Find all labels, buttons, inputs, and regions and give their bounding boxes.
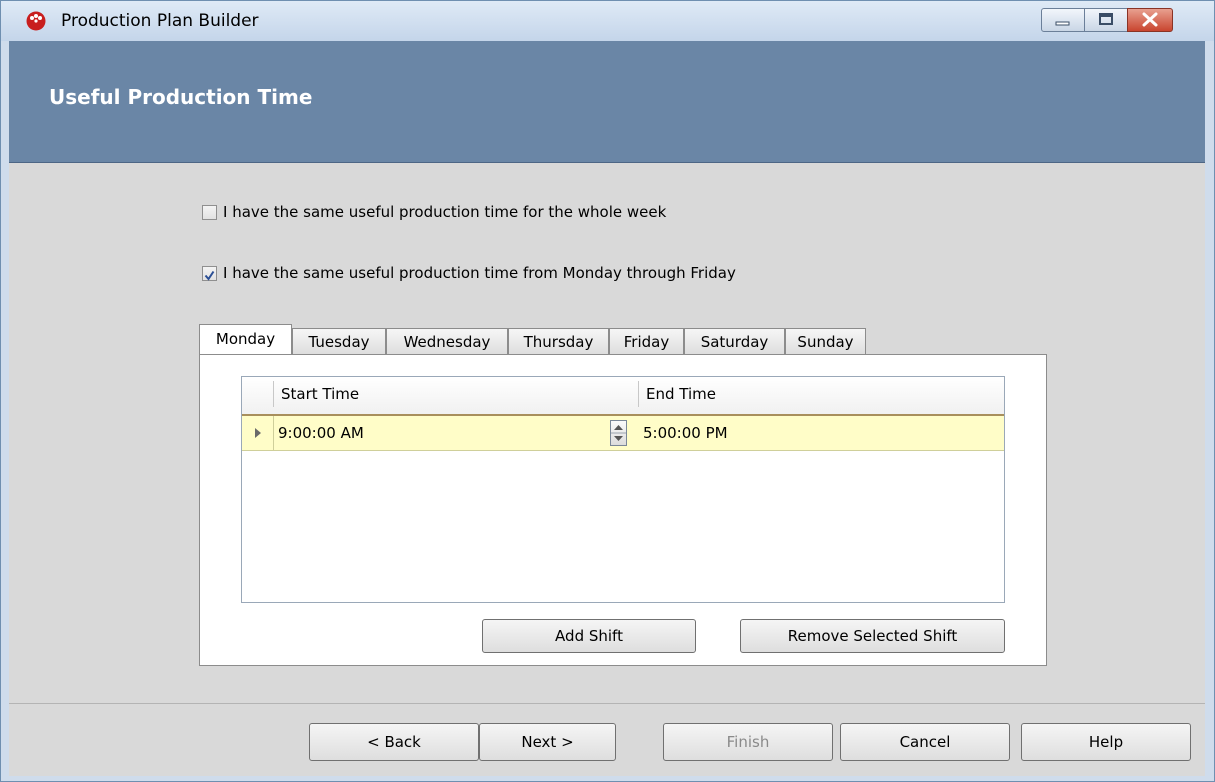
minimize-icon — [1055, 21, 1070, 26]
column-header-start-time[interactable]: Start Time — [281, 385, 359, 403]
maximize-icon — [1099, 13, 1113, 25]
app-icon — [26, 11, 46, 31]
add-shift-button[interactable]: Add Shift — [482, 619, 696, 653]
close-button[interactable] — [1127, 8, 1173, 32]
content-area: I have the same useful production time f… — [9, 163, 1205, 703]
help-button[interactable]: Help — [1021, 723, 1191, 761]
column-header-end-time[interactable]: End Time — [646, 385, 716, 403]
back-button[interactable]: < Back — [309, 723, 479, 761]
title-bar[interactable]: Production Plan Builder — [1, 1, 1214, 41]
tab-panel-monday: Start Time End Time 9:00:00 AM 5:00:00 P… — [199, 354, 1047, 666]
minimize-button[interactable] — [1041, 8, 1085, 32]
grid-header: Start Time End Time — [242, 377, 1004, 416]
maximize-button[interactable] — [1084, 8, 1128, 32]
close-icon — [1142, 12, 1158, 27]
tab-saturday[interactable]: Saturday — [684, 328, 785, 354]
table-row[interactable]: 9:00:00 AM 5:00:00 PM — [242, 416, 1004, 451]
end-time-cell[interactable]: 5:00:00 PM — [643, 424, 728, 442]
header-banner: Useful Production Time — [9, 41, 1205, 163]
start-time-cell[interactable]: 9:00:00 AM — [278, 424, 364, 442]
row-separator — [273, 416, 274, 450]
shift-grid[interactable]: Start Time End Time 9:00:00 AM 5:00:00 P… — [241, 376, 1005, 603]
tab-thursday[interactable]: Thursday — [508, 328, 609, 354]
whole-week-label[interactable]: I have the same useful production time f… — [223, 203, 666, 221]
tab-monday[interactable]: Monday — [199, 324, 292, 354]
tab-wednesday[interactable]: Wednesday — [386, 328, 508, 354]
row-indicator-icon — [255, 428, 261, 438]
tab-tuesday[interactable]: Tuesday — [292, 328, 386, 354]
page-title: Useful Production Time — [49, 85, 313, 109]
tab-sunday[interactable]: Sunday — [785, 328, 866, 354]
window-title: Production Plan Builder — [61, 11, 259, 31]
next-button[interactable]: Next > — [479, 723, 616, 761]
spin-arrows-icon — [611, 425, 626, 441]
mon-fri-checkbox[interactable] — [202, 266, 217, 281]
column-separator — [638, 381, 639, 407]
wizard-window: Production Plan Builder Useful Productio… — [0, 0, 1215, 782]
mon-fri-label[interactable]: I have the same useful production time f… — [223, 264, 736, 282]
tab-friday[interactable]: Friday — [609, 328, 684, 354]
cancel-button[interactable]: Cancel — [840, 723, 1010, 761]
column-separator — [273, 381, 274, 407]
whole-week-checkbox[interactable] — [202, 205, 217, 220]
finish-button[interactable]: Finish — [663, 723, 833, 761]
remove-shift-button[interactable]: Remove Selected Shift — [740, 619, 1005, 653]
checkmark-icon — [204, 270, 215, 281]
time-spinner[interactable] — [610, 420, 627, 446]
wizard-footer: < Back Next > Finish Cancel Help — [9, 703, 1205, 776]
